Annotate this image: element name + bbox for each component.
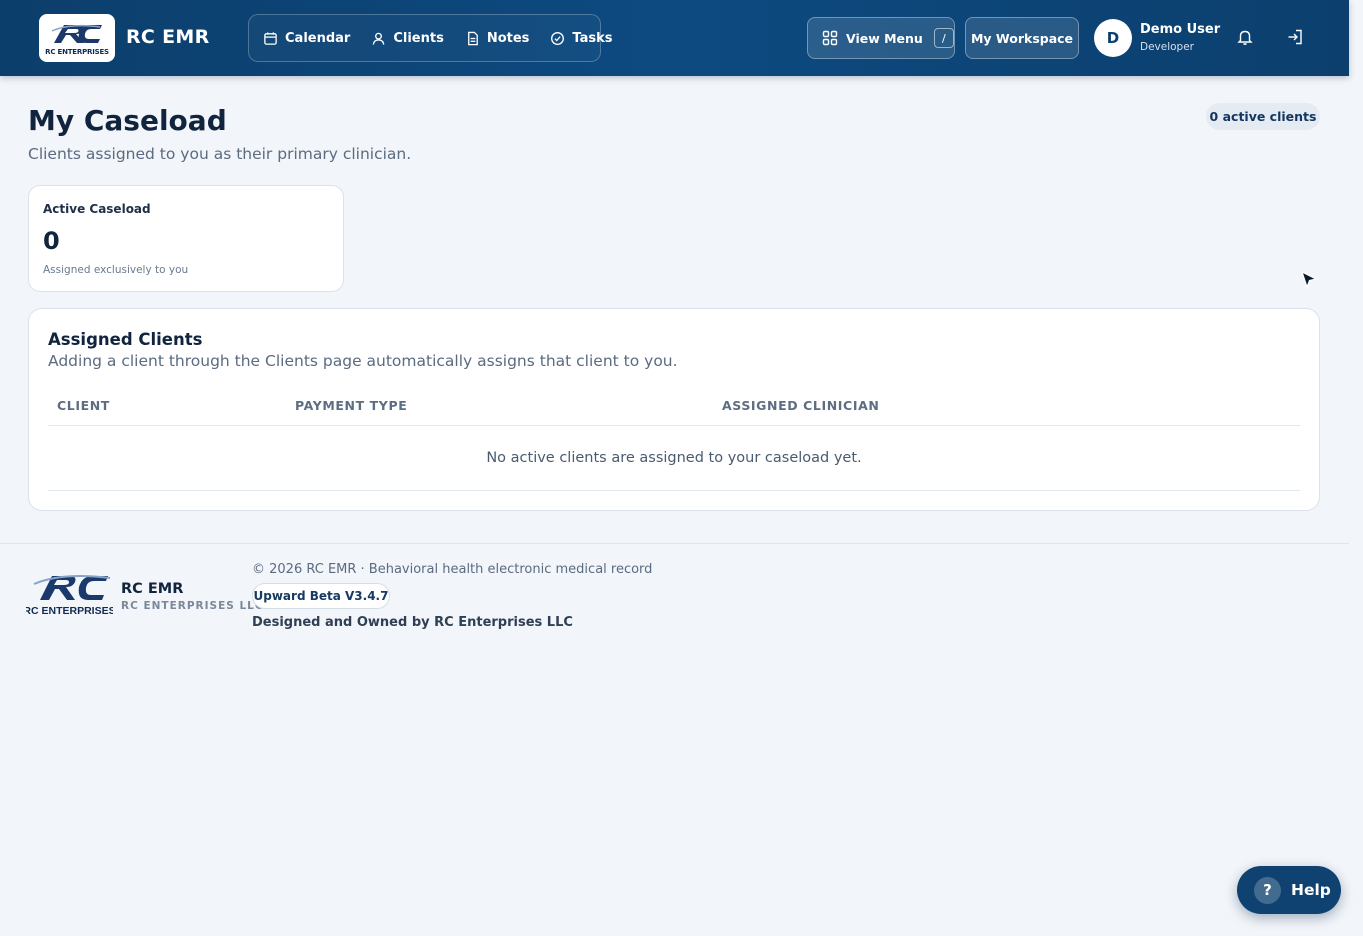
footer-copyright: © 2026 RC EMR · Behavioral health electr… bbox=[252, 562, 653, 577]
sign-out-icon bbox=[1288, 29, 1302, 45]
top-nav-bar: RC ENTERPRISES RC EMR Calendar Clients N… bbox=[0, 0, 1349, 76]
footer-logo-icon: RC ENTERPRISES bbox=[26, 575, 113, 617]
my-workspace-button[interactable]: My Workspace bbox=[965, 17, 1079, 59]
sign-out-button[interactable] bbox=[1286, 28, 1306, 48]
bell-icon bbox=[1237, 30, 1253, 45]
question-icon: ? bbox=[1254, 876, 1281, 904]
primary-nav: Calendar Clients Notes Tasks bbox=[248, 14, 613, 62]
stat-note: Assigned exclusively to you bbox=[43, 264, 189, 276]
user-name: Demo User bbox=[1140, 22, 1221, 37]
column-header-payment-type[interactable]: PAYMENT TYPE bbox=[295, 398, 407, 413]
column-header-assigned-clinician[interactable]: ASSIGNED CLINICIAN bbox=[722, 398, 879, 413]
footer-divider bbox=[0, 543, 1349, 544]
document-icon bbox=[467, 31, 478, 45]
nav-calendar[interactable]: Calendar bbox=[263, 31, 350, 46]
footer-owner: Designed and Owned by RC Enterprises LLC bbox=[252, 615, 573, 630]
user-role: Developer bbox=[1140, 41, 1195, 53]
nav-notes-label: Notes bbox=[486, 30, 530, 46]
active-caseload-card: Active Caseload 0 Assigned exclusively t… bbox=[28, 185, 344, 292]
grid-icon bbox=[822, 30, 838, 46]
panel-subtitle: Adding a client through the Clients page… bbox=[48, 352, 678, 370]
keyboard-shortcut: / bbox=[933, 28, 954, 48]
view-menu-button[interactable]: View Menu / bbox=[807, 17, 955, 59]
nav-clients[interactable]: Clients bbox=[371, 30, 444, 46]
avatar[interactable]: D bbox=[1094, 19, 1132, 57]
footer-brand: RC EMR bbox=[121, 581, 184, 597]
table-header-divider bbox=[48, 425, 1300, 426]
app-logo[interactable]: RC ENTERPRISES bbox=[39, 14, 115, 62]
nav-tasks-label: Tasks bbox=[572, 30, 613, 46]
empty-state-message: No active clients are assigned to your c… bbox=[486, 450, 862, 466]
column-header-client[interactable]: CLIENT bbox=[57, 398, 110, 413]
mouse-cursor-icon bbox=[1300, 270, 1318, 289]
user-icon bbox=[373, 32, 385, 45]
rc-logo-icon bbox=[51, 24, 102, 43]
footer-logo-caption: RC ENTERPRISES bbox=[26, 605, 113, 617]
notifications-button[interactable] bbox=[1236, 28, 1256, 48]
help-button[interactable]: ? Help bbox=[1237, 866, 1341, 914]
check-circle-icon bbox=[551, 31, 565, 45]
page-subtitle: Clients assigned to you as their primary… bbox=[28, 145, 412, 163]
version-badge: Upward Beta V3.4.7 bbox=[252, 583, 390, 609]
nav-tasks[interactable]: Tasks bbox=[550, 30, 613, 46]
view-menu-label: View Menu bbox=[846, 30, 923, 46]
active-clients-badge: 0 active clients bbox=[1206, 103, 1320, 130]
stat-value: 0 bbox=[43, 227, 60, 255]
page-title: My Caseload bbox=[28, 104, 227, 137]
logo-caption: RC ENTERPRISES bbox=[45, 47, 109, 56]
nav-clients-label: Clients bbox=[393, 30, 444, 46]
calendar-icon bbox=[264, 31, 277, 45]
app-brand[interactable]: RC EMR bbox=[126, 26, 210, 48]
panel-title: Assigned Clients bbox=[48, 330, 203, 349]
help-label: Help bbox=[1291, 881, 1331, 899]
footer-company: RC ENTERPRISES LLC bbox=[121, 600, 264, 612]
nav-notes[interactable]: Notes bbox=[465, 30, 530, 46]
nav-calendar-label: Calendar bbox=[285, 30, 351, 46]
table-row-divider bbox=[48, 490, 1300, 491]
stat-label: Active Caseload bbox=[43, 202, 151, 216]
assigned-clients-panel: Assigned Clients Adding a client through… bbox=[28, 308, 1320, 511]
